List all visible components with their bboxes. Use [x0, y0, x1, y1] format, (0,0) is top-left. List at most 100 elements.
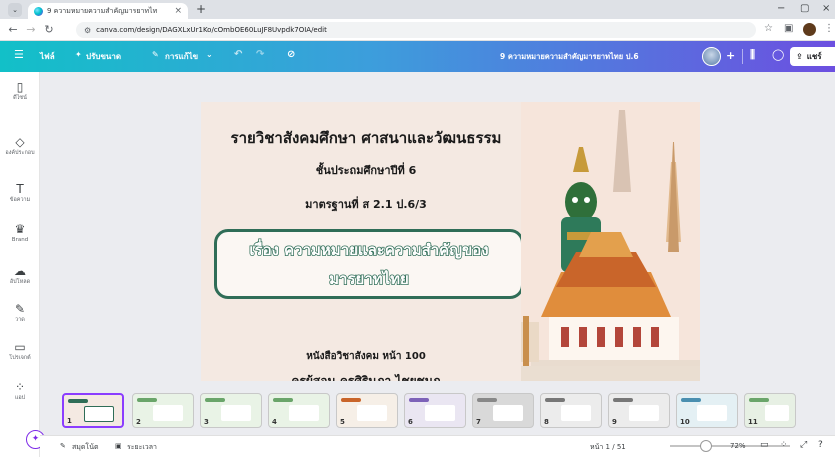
chevron-down-icon[interactable]: ⌄	[206, 50, 213, 59]
canva-header: ☰ ไฟล์ ✦ ปรับขนาด ✎ การแก้ไข ⌄ ↶ ↷ ⊘ 9 ค…	[0, 41, 835, 72]
page-number: 2	[136, 418, 141, 426]
fullscreen-icon[interactable]: ⤢	[800, 440, 807, 450]
page-thumbnail[interactable]: 4	[268, 393, 330, 428]
bookmark-star-icon[interactable]: ☆	[764, 23, 773, 34]
tab-list-icon[interactable]: ⌄	[8, 3, 22, 17]
browser-tab-bar: ⌄ 9 ความหมายความสำคัญมารยาทไท × + − ▢ ×	[0, 0, 835, 19]
page-number: 5	[340, 418, 345, 426]
page-number: 3	[204, 418, 209, 426]
browser-tab[interactable]: 9 ความหมายความสำคัญมารยาทไท ×	[28, 3, 188, 19]
profile-avatar[interactable]	[803, 23, 816, 36]
file-menu[interactable]: ไฟล์	[40, 50, 55, 63]
tab-title: 9 ความหมายความสำคัญมารยาทไท	[47, 6, 158, 15]
sidebar-item-design[interactable]: ▯ ดีไซน์	[0, 80, 40, 102]
slide-subject-title[interactable]: รายวิชาสังคมศึกษา ศาสนาและวัฒนธรรม	[201, 126, 531, 150]
cloud-saved-icon[interactable]: ⊘	[287, 49, 295, 60]
resize-icon: ✦	[75, 50, 82, 59]
page-thumbnail[interactable]: 8	[540, 393, 602, 428]
timer-icon: ▣	[115, 442, 122, 450]
analytics-icon[interactable]: ⫼	[750, 48, 755, 62]
notes-button[interactable]: สมุดโน้ต	[72, 442, 99, 453]
text-icon: T	[16, 182, 24, 196]
page-thumbnail[interactable]: 3	[200, 393, 262, 428]
zoom-slider-handle[interactable]	[700, 440, 712, 452]
undo-icon[interactable]: ↶	[234, 49, 242, 60]
page-indicator[interactable]: หน้า 1 / 51	[590, 442, 626, 453]
editor-canvas: รายวิชาสังคมศึกษา ศาสนาและวัฒนธรรม ชั้นป…	[40, 72, 835, 390]
page-thumbnail[interactable]: 1	[62, 393, 124, 428]
page-thumbnail[interactable]: 7	[472, 393, 534, 428]
thai-temple-illustration[interactable]	[521, 102, 700, 381]
site-info-icon[interactable]: ⚙	[84, 26, 91, 35]
sidebar-item-label: องค์ประกอบ	[5, 150, 35, 156]
slide-teacher[interactable]: ครูผู้สอน ครูศิรินภา ไชยชมภู	[201, 372, 531, 381]
sidebar-item-label: โปรเจกต์	[9, 355, 31, 361]
sidebar-item-text[interactable]: T ข้อความ	[0, 182, 40, 204]
back-icon[interactable]: ←	[6, 23, 20, 36]
page-thumbnail[interactable]: 2	[132, 393, 194, 428]
minimize-icon[interactable]: −	[777, 3, 785, 14]
help-icon[interactable]: ?	[818, 440, 823, 450]
elements-icon: ◇	[15, 135, 25, 149]
page-number: 7	[476, 418, 481, 426]
maximize-icon[interactable]: ▢	[800, 3, 809, 14]
sidebar-item-projects[interactable]: ▭ โปรเจกต์	[0, 340, 40, 362]
extensions-icon[interactable]: ▣	[784, 23, 793, 34]
sidebar-item-draw[interactable]: ✎ วาด	[0, 302, 40, 324]
folder-icon: ▭	[14, 340, 26, 354]
slide-book-reference[interactable]: หนังสือวิชาสังคม หน้า 100	[201, 349, 531, 364]
page-thumbnail[interactable]: 9	[608, 393, 670, 428]
slide-grade[interactable]: ชั้นประถมศึกษาปีที่ 6	[201, 161, 531, 179]
page-thumbnail[interactable]: 11	[744, 393, 796, 428]
timer-button[interactable]: ระยะเวลา	[127, 442, 157, 453]
page-thumbnail[interactable]: 6	[404, 393, 466, 428]
sidebar-item-brand[interactable]: ♛ Brand	[0, 222, 40, 244]
page-number: 6	[408, 418, 413, 426]
page-view-icon[interactable]: ▭	[760, 440, 769, 450]
sidebar-item-label: อัปโหลด	[9, 279, 31, 285]
zoom-percentage[interactable]: 72%	[730, 442, 746, 450]
document-title[interactable]: 9 ความหมายความสำคัญมารยาทไทย ป.6	[500, 51, 639, 63]
canva-favicon-icon	[34, 6, 43, 16]
sidebar-item-uploads[interactable]: ☁ อัปโหลด	[0, 264, 40, 286]
header-divider	[742, 49, 743, 64]
url-field[interactable]: ⚙ canva.com/design/DAGXLxUr1Ko/cOmbOE60L…	[76, 22, 756, 38]
sidebar-item-label: แอป	[14, 395, 26, 401]
left-sidebar: ▯ ดีไซน์ ◇ องค์ประกอบ T ข้อความ ♛ Brand …	[0, 72, 40, 457]
url-text: canva.com/design/DAGXLxUr1Ko/cOmbOE60LuJ…	[96, 26, 327, 34]
page-thumbnail[interactable]: 5	[336, 393, 398, 428]
tab-close-icon[interactable]: ×	[174, 6, 182, 16]
page-number: 8	[544, 418, 549, 426]
share-button[interactable]: ⇪ แชร์	[790, 47, 835, 66]
slide-topic-line-2: มารยาทไทย	[328, 269, 409, 289]
page-number: 9	[612, 418, 617, 426]
close-window-icon[interactable]: ×	[822, 3, 830, 14]
user-avatar[interactable]	[702, 47, 721, 66]
page-thumbnail-strip: 1 2 3 4 5 6 7 8 9 10 11	[40, 390, 835, 435]
new-tab-icon[interactable]: +	[196, 2, 206, 16]
sidebar-item-label: ดีไซน์	[13, 95, 27, 101]
forward-icon: →	[26, 23, 36, 36]
add-collaborator-icon[interactable]: +	[726, 49, 735, 62]
comment-icon[interactable]: ◯	[772, 48, 784, 61]
slide-page[interactable]: รายวิชาสังคมศึกษา ศาสนาและวัฒนธรรม ชั้นป…	[201, 102, 700, 381]
grid-view-icon[interactable]: ⁘	[780, 440, 788, 450]
slide-topic-box[interactable]: เรื่อง ความหมายและความสำคัญของ มารยาทไทย	[214, 229, 524, 299]
slide-standard[interactable]: มาตรฐานที่ ส 2.1 ป.6/3	[201, 195, 531, 213]
share-icon: ⇪	[796, 52, 803, 61]
edit-menu[interactable]: การแก้ไข	[165, 50, 198, 63]
brand-icon: ♛	[14, 222, 26, 236]
sidebar-item-elements[interactable]: ◇ องค์ประกอบ	[0, 135, 40, 157]
apps-icon: ⁘	[14, 380, 26, 394]
hamburger-icon[interactable]: ☰	[14, 48, 24, 61]
address-bar: ← → ↻ ⚙ canva.com/design/DAGXLxUr1Ko/cOm…	[0, 19, 835, 41]
resize-button[interactable]: ปรับขนาด	[86, 50, 121, 63]
browser-menu-icon[interactable]: ⋮	[824, 23, 834, 34]
share-label: แชร์	[806, 52, 822, 61]
sidebar-item-apps[interactable]: ⁘ แอป	[0, 380, 40, 402]
reload-icon[interactable]: ↻	[42, 23, 56, 36]
page-thumbnail[interactable]: 10	[676, 393, 738, 428]
notes-icon: ✎	[60, 442, 66, 450]
layout-icon: ▯	[16, 80, 24, 94]
editor-footer: ✎ สมุดโน้ต ▣ ระยะเวลา หน้า 1 / 51 72% ▭ …	[40, 435, 835, 457]
